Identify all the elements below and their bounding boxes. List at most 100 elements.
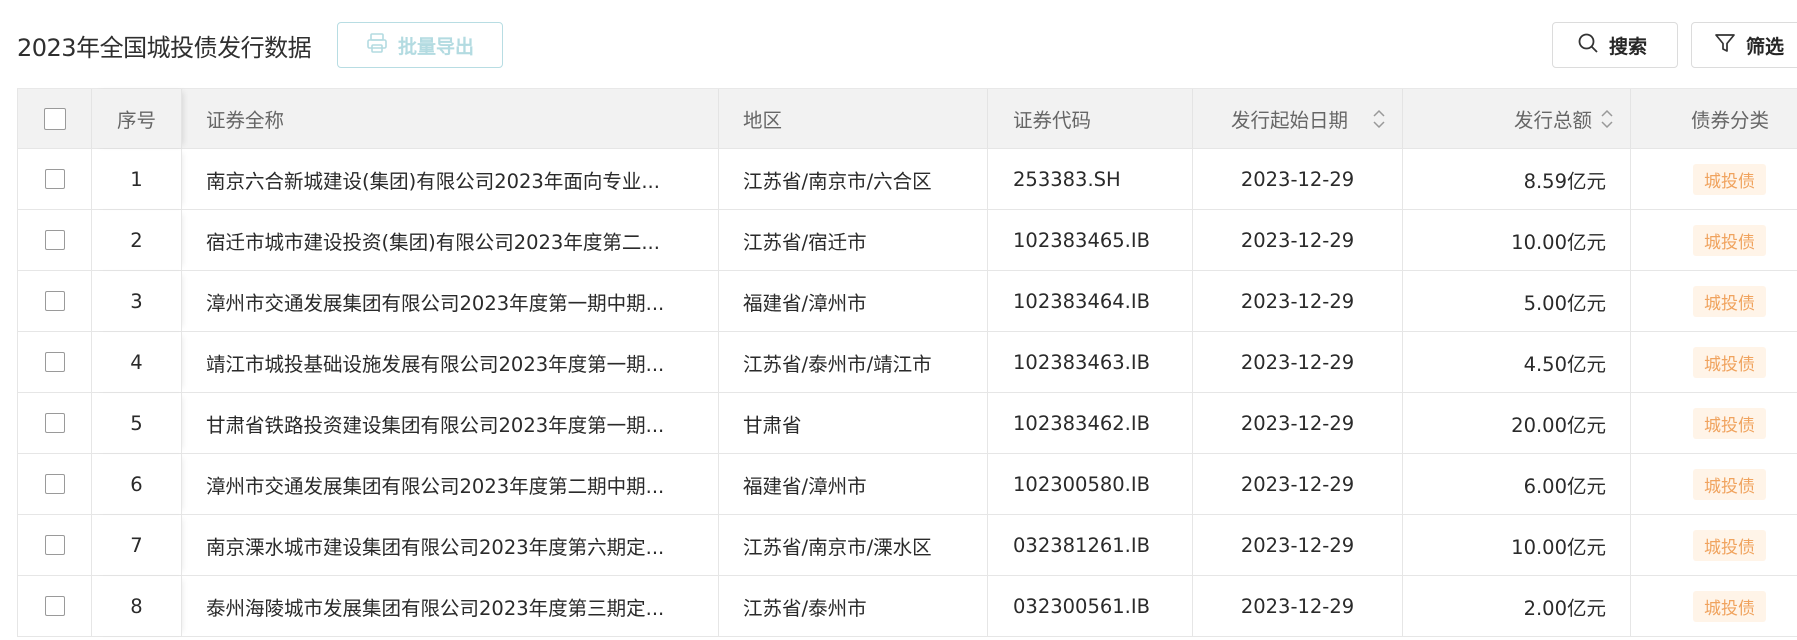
row-region: 甘肃省	[719, 393, 988, 453]
row-category-cell: 城投债	[1631, 149, 1797, 209]
table-row[interactable]: 7 南京溧水城市建设集团有限公司2023年度第六期定... 江苏省/南京市/溧水…	[17, 515, 1797, 576]
row-checkbox-cell	[17, 210, 92, 270]
row-code: 102300580.IB	[988, 454, 1193, 514]
row-checkbox[interactable]	[44, 291, 65, 311]
row-amount: 10.00亿元	[1403, 210, 1631, 270]
category-badge: 城投债	[1693, 529, 1766, 561]
row-region: 福建省/漳州市	[719, 454, 988, 514]
row-name[interactable]: 靖江市城投基础设施发展有限公司2023年度第一期...	[182, 332, 719, 392]
search-icon	[1577, 32, 1599, 59]
table-row[interactable]: 1 南京六合新城建设(集团)有限公司2023年面向专业... 江苏省/南京市/六…	[17, 149, 1797, 210]
page-title: 2023年全国城投债发行数据	[17, 34, 312, 62]
category-badge: 城投债	[1693, 285, 1766, 317]
row-seq: 3	[92, 271, 182, 331]
row-amount: 20.00亿元	[1403, 393, 1631, 453]
row-seq: 4	[92, 332, 182, 392]
row-category-cell: 城投债	[1631, 393, 1797, 453]
row-name[interactable]: 甘肃省铁路投资建设集团有限公司2023年度第一期...	[182, 393, 719, 453]
bond-data-page: 2023年全国城投债发行数据 批量导出 搜索 筛选 序号 证券全称 地区 证券代…	[0, 0, 1797, 640]
row-checkbox[interactable]	[44, 474, 65, 494]
table-row[interactable]: 6 漳州市交通发展集团有限公司2023年度第二期中期... 福建省/漳州市 10…	[17, 454, 1797, 515]
row-amount: 2.00亿元	[1403, 576, 1631, 636]
row-checkbox[interactable]	[44, 535, 65, 555]
header-checkbox-cell	[17, 89, 92, 148]
row-code: 253383.SH	[988, 149, 1193, 209]
table-header-row: 序号 证券全称 地区 证券代码 发行起始日期 发行总额 债券分类	[17, 89, 1797, 149]
row-checkbox-cell	[17, 576, 92, 636]
row-name[interactable]: 漳州市交通发展集团有限公司2023年度第一期中期...	[182, 271, 719, 331]
filter-button[interactable]: 筛选	[1691, 22, 1797, 68]
category-badge: 城投债	[1693, 468, 1766, 500]
sort-icon[interactable]	[1372, 108, 1386, 130]
row-seq: 8	[92, 576, 182, 636]
row-seq: 2	[92, 210, 182, 270]
category-badge: 城投债	[1693, 163, 1766, 195]
row-name[interactable]: 泰州海陵城市发展集团有限公司2023年度第三期定...	[182, 576, 719, 636]
header-seq: 序号	[92, 89, 182, 148]
row-category-cell: 城投债	[1631, 332, 1797, 392]
row-amount: 4.50亿元	[1403, 332, 1631, 392]
row-checkbox[interactable]	[44, 596, 65, 616]
row-category-cell: 城投债	[1631, 454, 1797, 514]
table-row[interactable]: 8 泰州海陵城市发展集团有限公司2023年度第三期定... 江苏省/泰州市 03…	[17, 576, 1797, 637]
batch-export-button[interactable]: 批量导出	[337, 22, 503, 68]
row-category-cell: 城投债	[1631, 576, 1797, 636]
header-amount-label: 发行总额	[1513, 109, 1592, 132]
table-row[interactable]: 2 宿迁市城市建设投资(集团)有限公司2023年度第二... 江苏省/宿迁市 1…	[17, 210, 1797, 271]
row-name[interactable]: 南京六合新城建设(集团)有限公司2023年面向专业...	[182, 149, 719, 209]
row-seq: 6	[92, 454, 182, 514]
row-code: 032381261.IB	[988, 515, 1193, 575]
row-checkbox[interactable]	[44, 352, 65, 372]
row-date: 2023-12-29	[1193, 210, 1403, 270]
row-date: 2023-12-29	[1193, 515, 1403, 575]
category-badge: 城投债	[1693, 407, 1766, 439]
row-amount: 10.00亿元	[1403, 515, 1631, 575]
row-name[interactable]: 宿迁市城市建设投资(集团)有限公司2023年度第二...	[182, 210, 719, 270]
batch-export-label: 批量导出	[397, 35, 474, 58]
category-badge: 城投债	[1693, 224, 1766, 256]
row-region: 江苏省/宿迁市	[719, 210, 988, 270]
row-region: 江苏省/泰州市	[719, 576, 988, 636]
row-region: 江苏省/南京市/六合区	[719, 149, 988, 209]
header-amount[interactable]: 发行总额	[1403, 89, 1631, 148]
row-checkbox[interactable]	[44, 230, 65, 250]
row-checkbox-cell	[17, 393, 92, 453]
sort-icon[interactable]	[1600, 108, 1614, 130]
row-name[interactable]: 南京溧水城市建设集团有限公司2023年度第六期定...	[182, 515, 719, 575]
row-date: 2023-12-29	[1193, 271, 1403, 331]
header-region: 地区	[719, 89, 988, 148]
row-date: 2023-12-29	[1193, 149, 1403, 209]
table-row[interactable]: 3 漳州市交通发展集团有限公司2023年度第一期中期... 福建省/漳州市 10…	[17, 271, 1797, 332]
bond-table: 序号 证券全称 地区 证券代码 发行起始日期 发行总额 债券分类 1 南京六合新…	[17, 88, 1797, 637]
row-category-cell: 城投债	[1631, 515, 1797, 575]
row-amount: 8.59亿元	[1403, 149, 1631, 209]
table-row[interactable]: 4 靖江市城投基础设施发展有限公司2023年度第一期... 江苏省/泰州市/靖江…	[17, 332, 1797, 393]
search-button[interactable]: 搜索	[1552, 22, 1678, 68]
row-checkbox-cell	[17, 332, 92, 392]
header-category: 债券分类	[1631, 89, 1797, 148]
select-all-checkbox[interactable]	[43, 107, 66, 130]
header-name: 证券全称	[182, 89, 719, 148]
row-date: 2023-12-29	[1193, 454, 1403, 514]
row-code: 102383465.IB	[988, 210, 1193, 270]
row-category-cell: 城投债	[1631, 210, 1797, 270]
search-label: 搜索	[1609, 35, 1648, 58]
row-name[interactable]: 漳州市交通发展集团有限公司2023年度第二期中期...	[182, 454, 719, 514]
row-checkbox-cell	[17, 271, 92, 331]
row-seq: 1	[92, 149, 182, 209]
category-badge: 城投债	[1693, 590, 1766, 622]
row-seq: 5	[92, 393, 182, 453]
row-checkbox[interactable]	[44, 169, 65, 189]
row-checkbox-cell	[17, 454, 92, 514]
table-row[interactable]: 5 甘肃省铁路投资建设集团有限公司2023年度第一期... 甘肃省 102383…	[17, 393, 1797, 454]
row-checkbox[interactable]	[44, 413, 65, 433]
row-code: 102383464.IB	[988, 271, 1193, 331]
row-region: 江苏省/南京市/溧水区	[719, 515, 988, 575]
filter-label: 筛选	[1746, 35, 1785, 58]
row-checkbox-cell	[17, 149, 92, 209]
filter-icon	[1714, 32, 1736, 59]
header-date[interactable]: 发行起始日期	[1193, 89, 1403, 148]
row-date: 2023-12-29	[1193, 576, 1403, 636]
header-code: 证券代码	[988, 89, 1193, 148]
row-date: 2023-12-29	[1193, 332, 1403, 392]
